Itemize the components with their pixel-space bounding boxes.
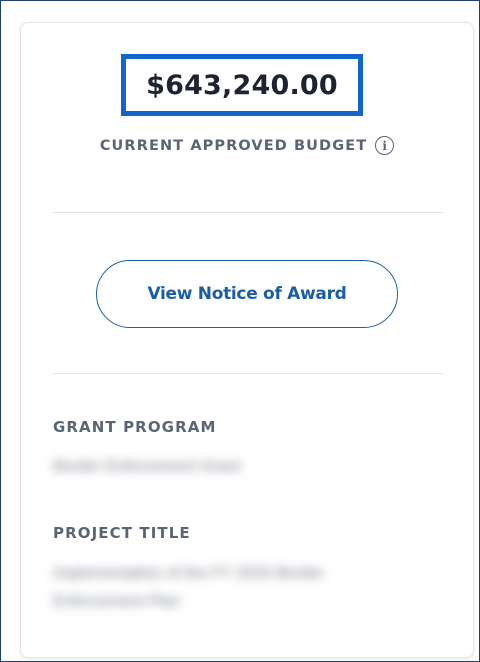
current-budget-label: CURRENT APPROVED BUDGET: [99, 137, 368, 154]
budget-label-row: CURRENT APPROVED BUDGET i: [21, 136, 473, 155]
grant-program-label: GRANT PROGRAM: [53, 418, 217, 436]
project-title-label: PROJECT TITLE: [53, 524, 191, 542]
divider: [53, 373, 443, 374]
grant-program-value: Border Enforcement Grant: [53, 458, 241, 475]
view-notice-of-award-button[interactable]: View Notice of Award: [96, 260, 398, 328]
budget-highlight-box: $643,240.00: [121, 54, 363, 116]
info-icon[interactable]: i: [375, 136, 395, 155]
screenshot-frame: $643,240.00 CURRENT APPROVED BUDGET i Vi…: [0, 0, 480, 662]
current-budget-amount: $643,240.00: [146, 69, 338, 101]
award-summary-card: $643,240.00 CURRENT APPROVED BUDGET i Vi…: [20, 22, 474, 658]
project-title-value: Implementation of the FY 2020 Border Enf…: [53, 565, 324, 610]
divider: [53, 212, 443, 213]
